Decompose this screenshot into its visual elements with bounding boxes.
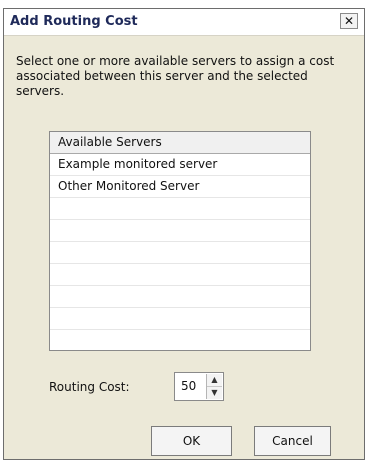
list-item[interactable] xyxy=(50,308,310,330)
spin-down-button[interactable]: ▼ xyxy=(207,387,222,399)
list-item[interactable] xyxy=(50,286,310,308)
list-header-available-servers[interactable]: Available Servers xyxy=(50,132,310,154)
list-item[interactable] xyxy=(50,220,310,242)
description-text: Select one or more available servers to … xyxy=(16,54,335,98)
add-routing-cost-dialog: Add Routing Cost ✕ Select one or more av… xyxy=(3,8,365,460)
available-servers-list[interactable]: Available Servers Example monitored serv… xyxy=(49,131,311,351)
list-item[interactable] xyxy=(50,264,310,286)
list-item[interactable] xyxy=(50,198,310,220)
list-item[interactable] xyxy=(50,330,310,350)
title-bar: Add Routing Cost ✕ xyxy=(4,9,364,36)
list-item[interactable]: Example monitored server xyxy=(50,154,310,176)
routing-cost-value[interactable]: 50 xyxy=(181,379,196,393)
close-icon: ✕ xyxy=(343,14,355,28)
list-item[interactable]: Other Monitored Server xyxy=(50,176,310,198)
down-arrow-icon: ▼ xyxy=(211,388,218,397)
ok-button[interactable]: OK xyxy=(151,426,232,456)
routing-cost-label: Routing Cost: xyxy=(49,380,130,394)
dialog-title: Add Routing Cost xyxy=(10,14,138,29)
list-item[interactable] xyxy=(50,242,310,264)
routing-cost-spinner[interactable]: 50 ▲ ▼ xyxy=(174,372,224,401)
close-button[interactable]: ✕ xyxy=(340,13,358,29)
spinner-buttons: ▲ ▼ xyxy=(206,374,222,399)
spin-up-button[interactable]: ▲ xyxy=(207,374,222,387)
cancel-button[interactable]: Cancel xyxy=(254,426,331,456)
up-arrow-icon: ▲ xyxy=(211,375,218,384)
